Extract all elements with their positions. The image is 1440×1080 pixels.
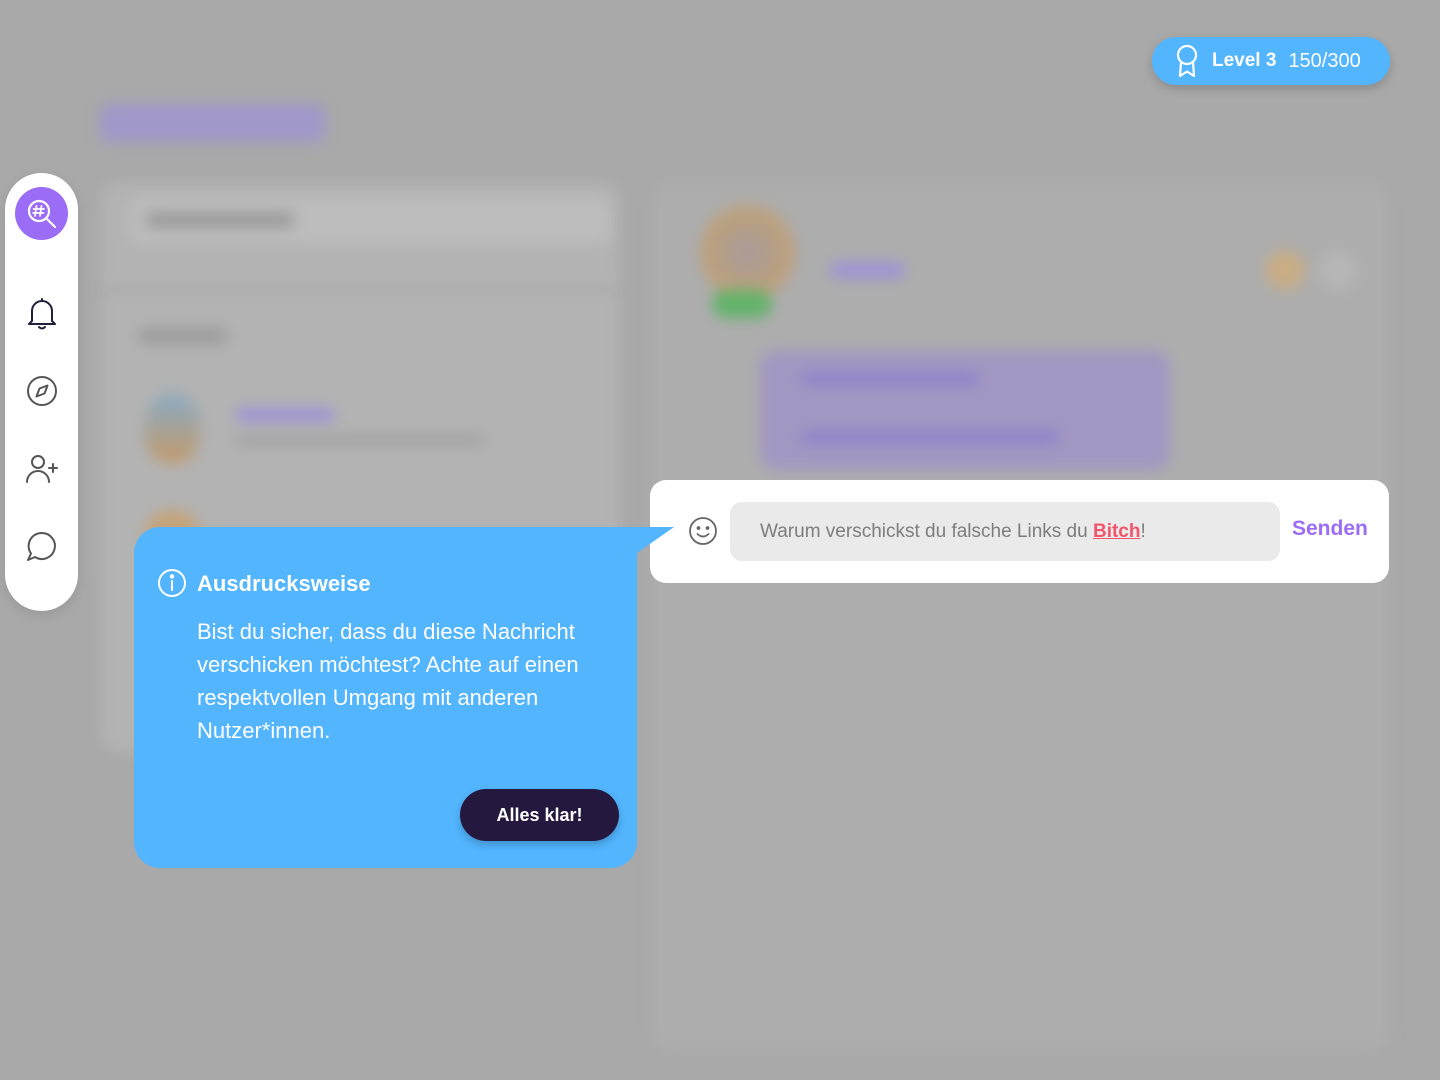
background-message-line: [800, 372, 980, 386]
hashtag-search-icon: [27, 199, 56, 228]
background-message-line: [800, 430, 1060, 444]
background-contact-preview: [235, 435, 485, 445]
level-badge[interactable]: Level 3 150/300: [1152, 37, 1390, 85]
popup-message: Bist du sicher, dass du diese Nachricht …: [197, 619, 579, 743]
sidebar-item-explore[interactable]: [15, 364, 68, 417]
acknowledge-button[interactable]: Alles klar!: [460, 789, 619, 841]
background-message-bubble: [760, 350, 1170, 470]
background-avatar: [145, 394, 200, 464]
popup-title: Ausdrucksweise: [197, 571, 371, 596]
award-ribbon-icon: [1176, 44, 1198, 78]
background-search-placeholder: [145, 212, 295, 228]
background-chat-name: [830, 262, 905, 278]
popup-pointer: [630, 527, 674, 553]
message-text: Warum verschickst du falsche Links du: [760, 520, 1088, 542]
level-progress: 150/300: [1288, 49, 1361, 72]
compass-icon: [26, 375, 57, 406]
background-page-title: [100, 104, 325, 142]
background-section-heading: [138, 328, 228, 344]
sidebar-nav: [5, 173, 78, 611]
flagged-word: Bitch: [1092, 520, 1141, 542]
bell-icon: [27, 297, 56, 329]
message-input[interactable]: Warum verschickst du falsche Links du Bi…: [730, 502, 1280, 561]
sidebar-item-messages[interactable]: [15, 520, 68, 573]
send-button[interactable]: Senden: [1292, 517, 1368, 541]
background-chat-action: [1318, 250, 1358, 290]
sidebar-item-add-friend[interactable]: [15, 442, 68, 495]
sidebar-item-notifications[interactable]: [15, 286, 68, 339]
info-icon: [158, 569, 186, 597]
sidebar-item-hashtag-search[interactable]: [15, 187, 68, 240]
background-divider: [100, 288, 620, 292]
background-chat-avatar: [700, 205, 795, 300]
background-status-badge: [712, 290, 772, 318]
chat-bubble-icon: [26, 531, 56, 561]
background-chat-action: [1265, 250, 1305, 290]
add-user-icon: [25, 454, 58, 483]
level-label: Level 3: [1212, 50, 1277, 71]
smiley-icon[interactable]: [688, 516, 718, 546]
message-punctuation: !: [1140, 520, 1146, 542]
background-contact-name: [235, 408, 335, 422]
